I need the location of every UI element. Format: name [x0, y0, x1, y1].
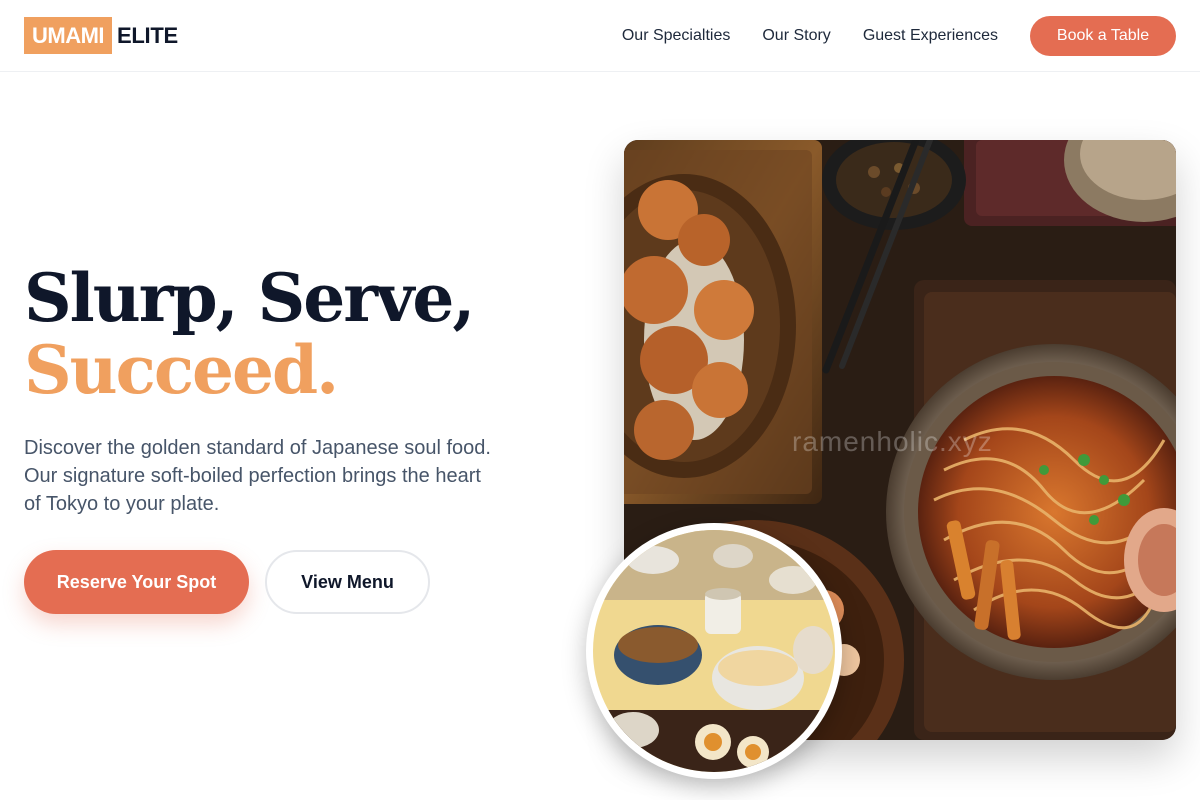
book-table-button[interactable]: Book a Table: [1030, 16, 1176, 56]
headline-line-2: Succeed.: [24, 331, 339, 409]
reserve-spot-button[interactable]: Reserve Your Spot: [24, 550, 249, 614]
inset-food-photo: [586, 523, 842, 779]
hero-description: Discover the golden standard of Japanese…: [24, 437, 491, 515]
hero-headline: Slurp, Serve, Succeed.: [24, 262, 584, 406]
nav-link-story[interactable]: Our Story: [762, 27, 830, 45]
watermark-text: ramenholic.xyz: [792, 426, 993, 457]
main-nav: Our Specialties Our Story Guest Experien…: [622, 16, 1176, 56]
view-menu-button[interactable]: View Menu: [265, 550, 430, 614]
logo-word-text: ELITE: [117, 22, 178, 48]
headline-line-1: Slurp, Serve,: [24, 259, 475, 337]
brand-logo[interactable]: UMAMI ELITE: [24, 17, 178, 54]
nav-link-specialties[interactable]: Our Specialties: [622, 27, 731, 45]
logo-box-text: UMAMI: [24, 17, 113, 54]
donburi-set-illustration: [593, 530, 835, 772]
site-header: UMAMI ELITE Our Specialties Our Story Gu…: [0, 0, 1200, 72]
nav-link-experiences[interactable]: Guest Experiences: [863, 27, 998, 45]
